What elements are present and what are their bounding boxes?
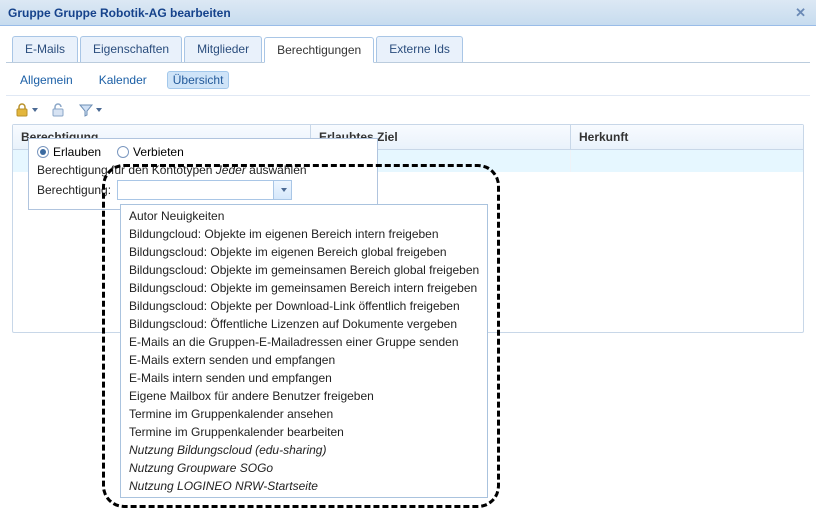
subtab-uebersicht[interactable]: Übersicht <box>167 71 230 89</box>
berechtigung-label: Berechtigung: <box>37 183 111 197</box>
berechtigung-row: Berechtigung: <box>37 180 369 200</box>
tab-berechtigungen[interactable]: Berechtigungen <box>264 37 374 63</box>
filter-dropdown[interactable] <box>78 102 102 118</box>
dropdown-option[interactable]: Autor Neuigkeiten <box>121 207 487 225</box>
lock-gold-icon <box>14 102 30 118</box>
radio-unchecked-icon <box>117 146 129 158</box>
tab-mitglieder[interactable]: Mitglieder <box>184 36 262 62</box>
window-title: Gruppe Gruppe Robotik-AG bearbeiten <box>8 6 231 20</box>
account-type-line: Berechtigung für den Kontotypen Jeder au… <box>37 163 369 177</box>
radio-checked-icon <box>37 146 49 158</box>
caret-down-icon <box>32 108 38 112</box>
berechtigung-dropdown-list[interactable]: Autor NeuigkeitenBildungcloud: Objekte i… <box>120 204 488 498</box>
lock-gold-dropdown[interactable] <box>14 102 38 118</box>
dropdown-option[interactable]: Bildungscloud: Öffentliche Lizenzen auf … <box>121 315 487 333</box>
dropdown-option[interactable]: Termine im Gruppenkalender bearbeiten <box>121 423 487 441</box>
radio-verbieten-label: Verbieten <box>133 145 184 159</box>
funnel-icon <box>78 102 94 118</box>
dropdown-option[interactable]: Termine im Gruppenkalender ansehen <box>121 405 487 423</box>
tab-emails[interactable]: E-Mails <box>12 36 78 62</box>
berechtigung-combobox[interactable] <box>117 180 292 200</box>
dropdown-option[interactable]: Eigene Mailbox für andere Benutzer freig… <box>121 387 487 405</box>
lock-open-icon[interactable] <box>50 102 66 118</box>
cell-herkunft <box>571 150 803 172</box>
caret-down-icon <box>281 188 287 192</box>
dropdown-option[interactable]: E-Mails an die Gruppen-E-Mailadressen ei… <box>121 333 487 351</box>
dropdown-option[interactable]: Bildungcloud: Objekte im eigenen Bereich… <box>121 225 487 243</box>
radio-verbieten[interactable]: Verbieten <box>117 145 184 159</box>
dropdown-option[interactable]: Bildungscloud: Objekte im gemeinsamen Be… <box>121 261 487 279</box>
radio-erlauben[interactable]: Erlauben <box>37 145 101 159</box>
toolbar <box>6 96 810 124</box>
window-titlebar: Gruppe Gruppe Robotik-AG bearbeiten ✕ <box>0 0 816 26</box>
dropdown-option[interactable]: Bildungscloud: Objekte per Download-Link… <box>121 297 487 315</box>
subtab-kalender[interactable]: Kalender <box>93 71 153 89</box>
dropdown-option[interactable]: Bildungscloud: Objekte im gemeinsamen Be… <box>121 279 487 297</box>
main-tabstrip: E-Mails Eigenschaften Mitglieder Berecht… <box>6 36 810 63</box>
close-button[interactable]: ✕ <box>791 3 810 23</box>
permission-editor-popup: Erlauben Verbieten Berechtigung für den … <box>28 138 378 210</box>
caret-down-icon <box>96 108 102 112</box>
column-header-herkunft[interactable]: Herkunft <box>571 125 803 149</box>
dropdown-option[interactable]: Nutzung Bildungscloud (edu-sharing) <box>121 441 487 459</box>
tab-externe-ids[interactable]: Externe Ids <box>376 36 463 62</box>
radio-group: Erlauben Verbieten <box>37 145 369 159</box>
typeline-prefix: Berechtigung für den Kontotypen <box>37 163 216 177</box>
typeline-suffix: auswählen <box>246 163 307 177</box>
tab-eigenschaften[interactable]: Eigenschaften <box>80 36 182 62</box>
dropdown-option[interactable]: Nutzung Groupware SOGo <box>121 459 487 477</box>
dropdown-option[interactable]: Nutzung LOGINEO NRW-Startseite <box>121 477 487 495</box>
subtab-allgemein[interactable]: Allgemein <box>14 71 79 89</box>
dropdown-option[interactable]: E-Mails intern senden und empfangen <box>121 369 487 387</box>
typeline-type: Jeder <box>216 163 246 177</box>
dropdown-option[interactable]: Bildungscloud: Objekte im eigenen Bereic… <box>121 243 487 261</box>
dropdown-option[interactable]: E-Mails extern senden und empfangen <box>121 351 487 369</box>
sub-tabstrip: Allgemein Kalender Übersicht <box>6 63 810 96</box>
combobox-trigger[interactable] <box>273 181 291 199</box>
radio-erlauben-label: Erlauben <box>53 145 101 159</box>
